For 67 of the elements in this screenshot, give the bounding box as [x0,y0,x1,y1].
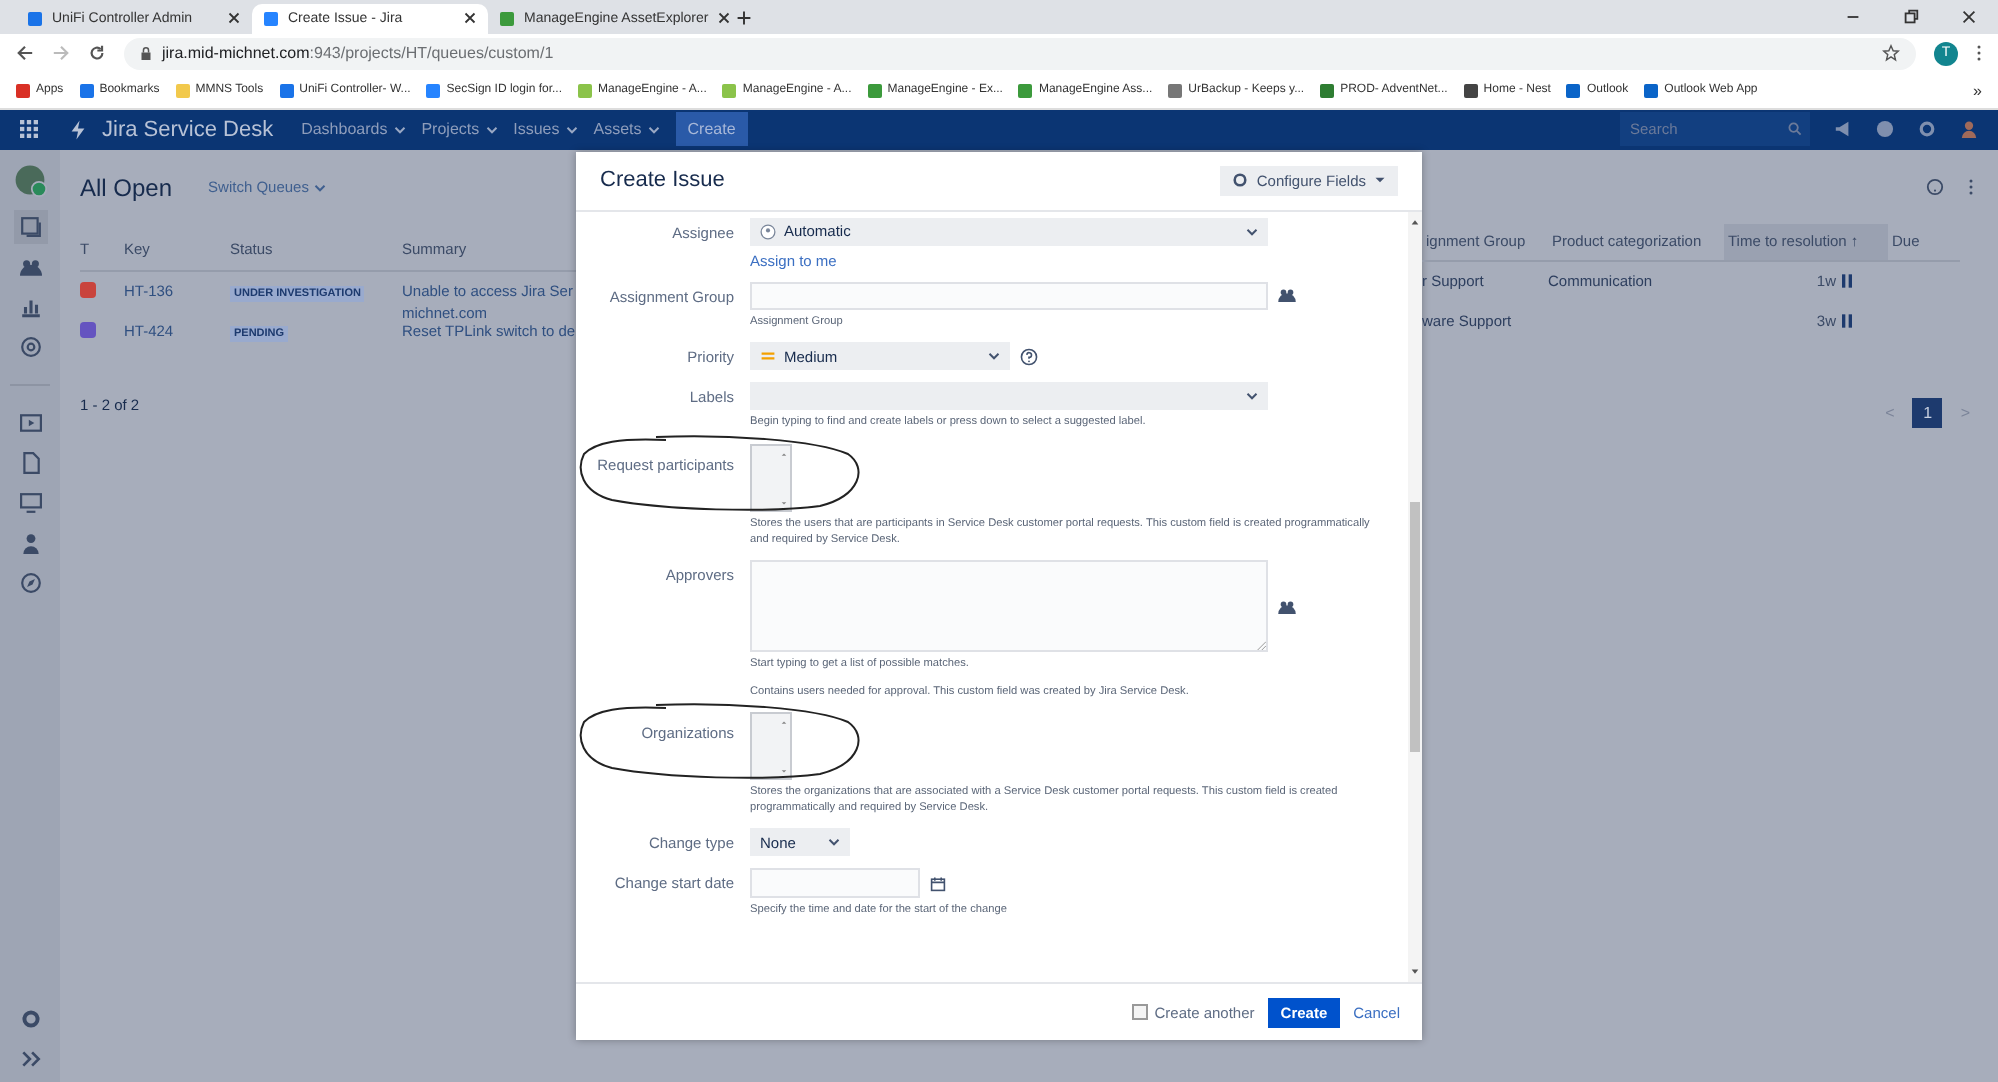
caret-icon [828,838,840,847]
more-icon[interactable] [1968,178,1974,197]
nav-menu[interactable]: Projects [421,120,498,139]
address-bar[interactable]: jira.mid-michnet.com:943/projects/HT/queues/custom/1 [124,37,1916,70]
caret-icon [393,125,406,134]
scroll-up-icon[interactable] [1410,217,1420,226]
person-icon[interactable] [19,531,41,554]
caret-icon [1246,392,1258,401]
app-grid-icon[interactable] [20,120,38,139]
more-bookmarks[interactable]: » [1973,81,1982,100]
people-icon[interactable] [19,255,41,278]
people-icon[interactable] [1278,288,1296,303]
play-screen-icon[interactable] [19,411,41,434]
expand-icon[interactable] [19,1048,41,1071]
caret-icon [1374,176,1386,185]
url-text: jira.mid-michnet.com:943/projects/HT/queues/custom/1 [162,44,554,63]
caret-icon [988,352,1000,361]
scroll-down-icon[interactable] [1410,968,1420,977]
nav-menu[interactable]: Assets [593,120,660,139]
product-name[interactable]: Jira Service Desk [102,117,274,142]
close-icon[interactable] [1960,7,1978,26]
queue-title: All Open [80,173,173,202]
user-icon [760,223,776,240]
close-icon[interactable] [718,12,731,25]
scroll-arrows-icon [780,449,788,508]
user-avatar-icon[interactable] [1960,120,1978,139]
reload-icon[interactable] [88,44,106,63]
calendar-icon[interactable] [930,875,946,892]
bolt-icon [70,119,86,140]
pause-icon [1842,273,1852,288]
close-icon[interactable] [228,12,240,25]
nav-menu[interactable]: Dashboards [301,120,406,139]
priority-icon [760,348,776,365]
resize-grip-icon[interactable] [1256,640,1266,651]
lock-icon [140,45,152,62]
queues-icon[interactable] [19,215,41,238]
caret-icon [485,125,498,134]
scrollbar[interactable] [1408,211,1422,983]
megaphone-icon[interactable] [1834,120,1852,139]
compass-icon[interactable] [19,571,41,594]
page-button[interactable]: 1 [1912,397,1943,428]
text-field[interactable] [750,281,1268,310]
caret-icon [647,125,660,134]
new-tab-icon[interactable] [736,9,752,26]
pause-icon [1842,313,1852,328]
nav-menu[interactable]: Issues [513,120,578,139]
list-box[interactable] [750,712,792,781]
target-icon[interactable] [19,335,41,358]
document-icon[interactable] [19,451,41,474]
monitor-icon[interactable] [19,491,41,514]
date-field[interactable] [750,868,920,899]
caret-icon [1246,227,1258,236]
dialog-title: Create Issue [600,168,725,193]
caret-icon [565,125,578,134]
back-icon[interactable] [16,44,34,63]
restore-icon[interactable] [1902,7,1920,26]
close-icon[interactable] [464,12,476,25]
list-box[interactable] [750,443,792,512]
menu-icon[interactable] [1976,44,1982,63]
bar-chart-icon[interactable] [19,295,41,318]
create-button[interactable]: Create [675,112,748,147]
people-icon[interactable] [1278,599,1296,614]
search-icon[interactable] [1788,122,1802,137]
project-avatar-icon[interactable] [12,161,48,198]
star-icon[interactable] [1882,44,1900,63]
caret-icon [314,183,327,192]
scroll-arrows-icon [780,718,788,777]
